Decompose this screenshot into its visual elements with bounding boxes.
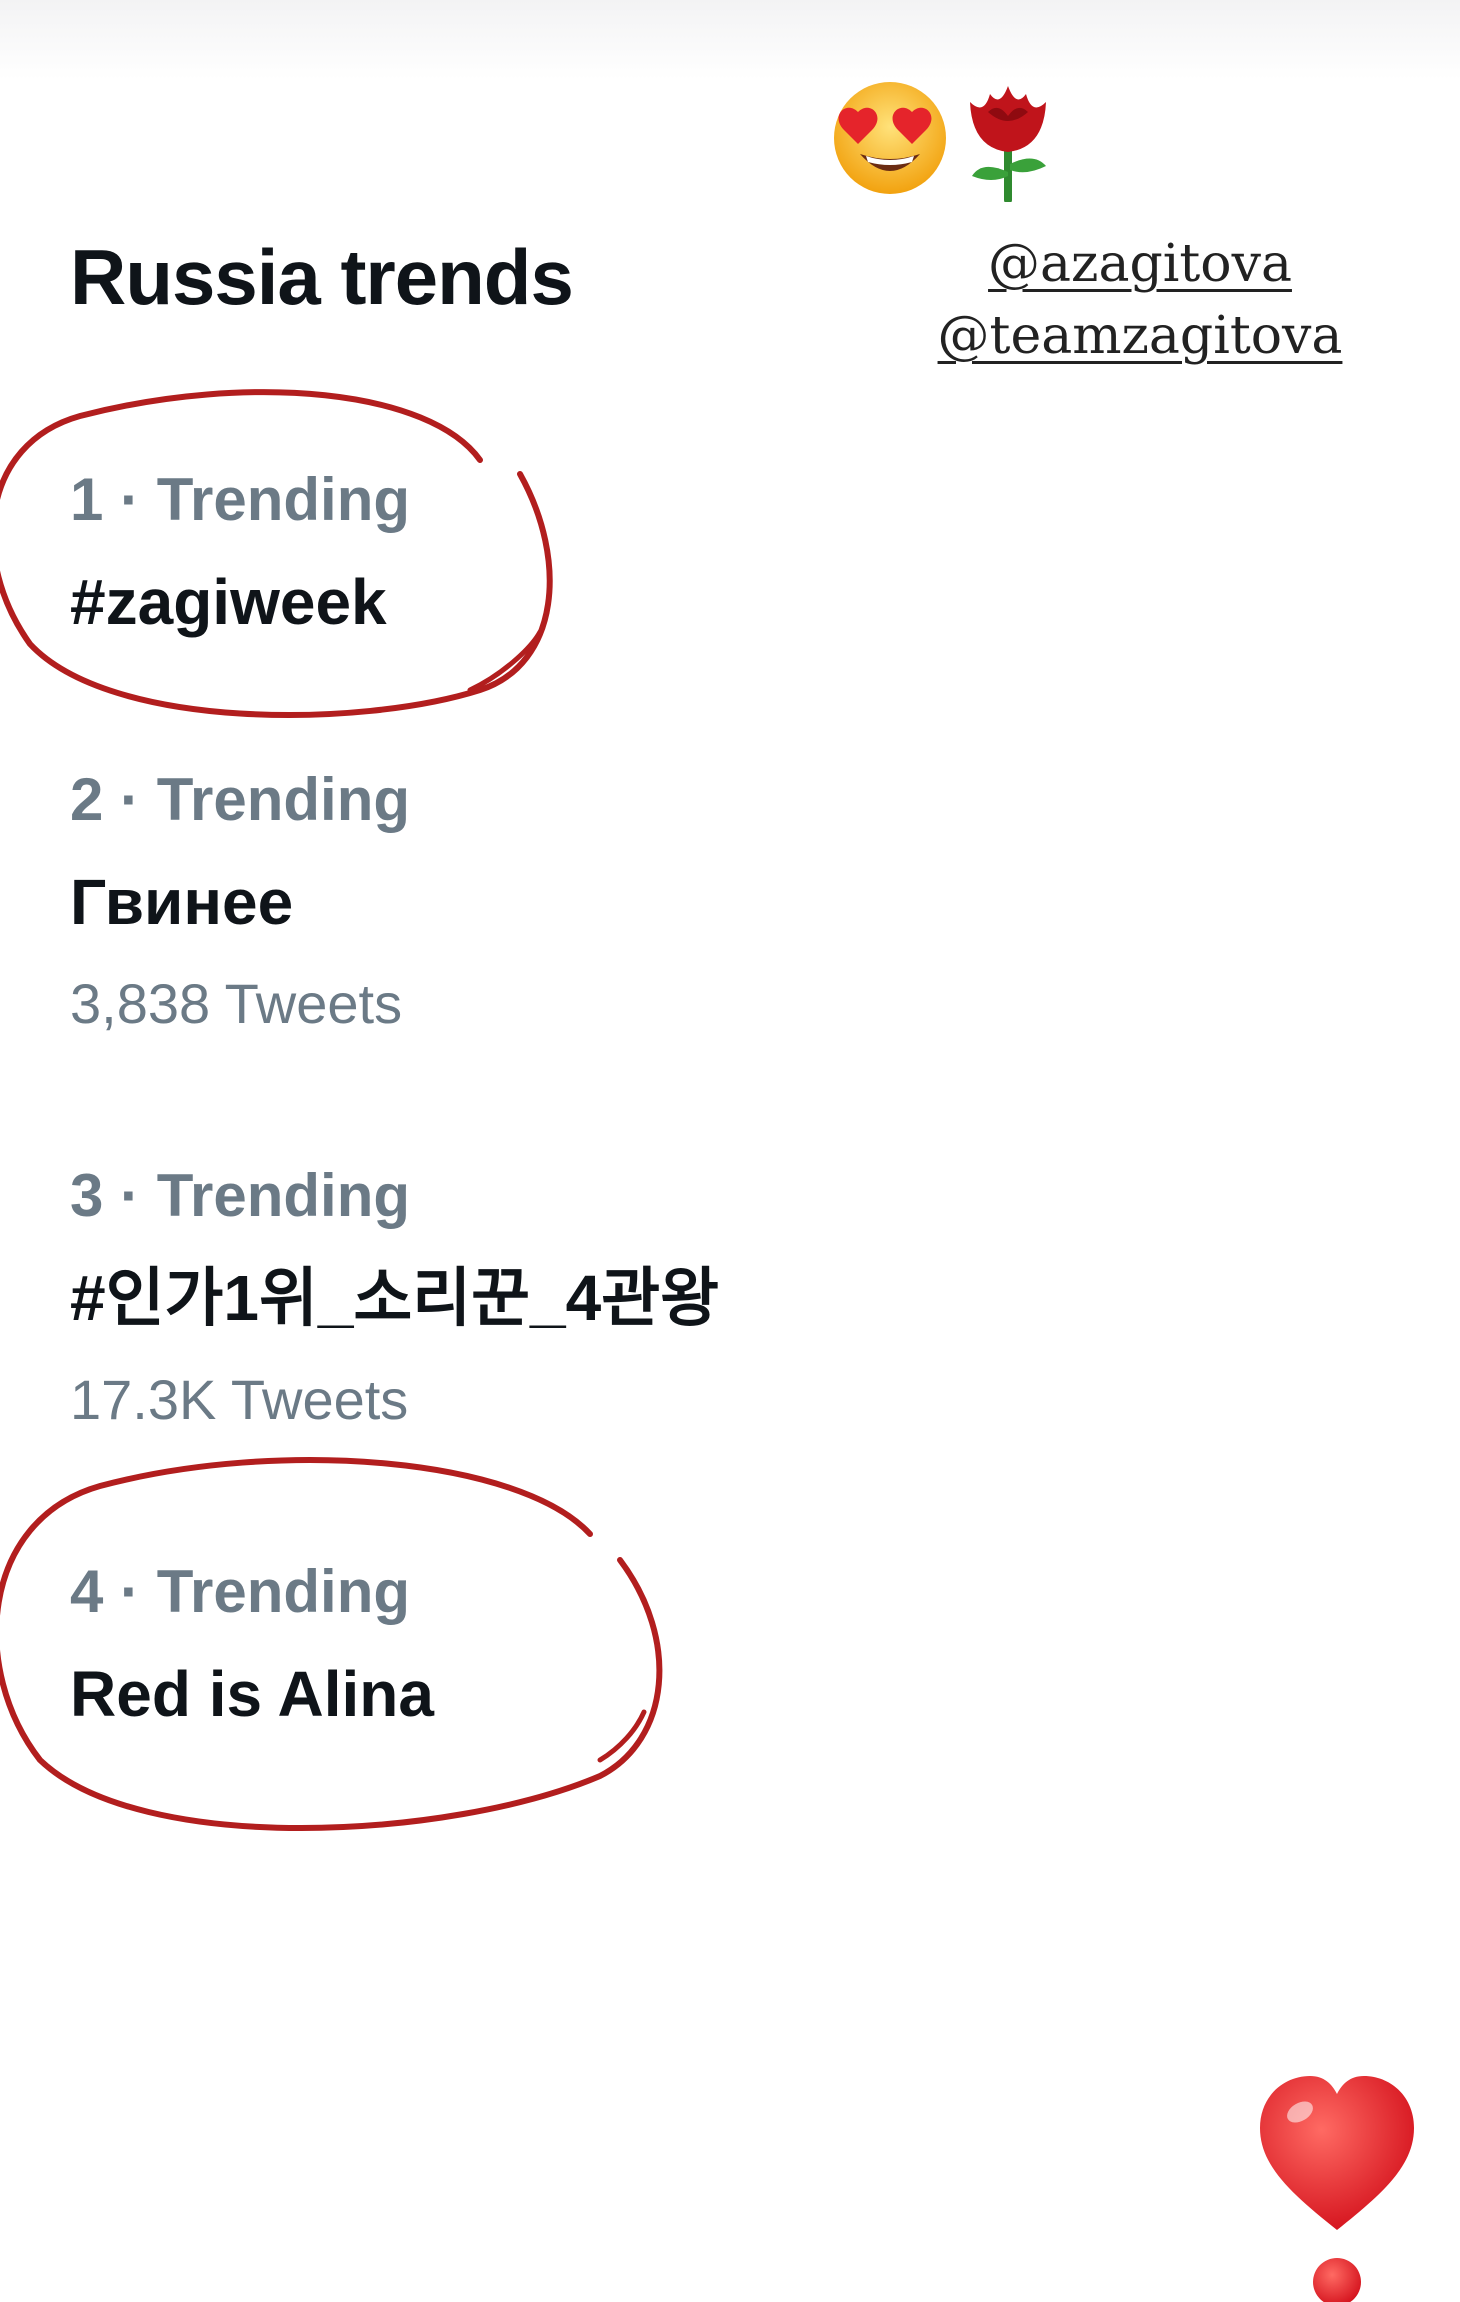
trend-rank-label: 3 · Trending xyxy=(70,1162,411,1229)
mention-teamzagitova[interactable]: @teamzagitova xyxy=(930,300,1350,372)
trend-name: #인가1위_소리꾼_4관왕 xyxy=(70,1262,720,1334)
mention-tags: @azagitova @teamzagitova xyxy=(930,228,1350,372)
trend-name: Red is Alina xyxy=(70,1658,434,1730)
trend-tweet-count: 17.3K Tweets xyxy=(70,1368,409,1431)
red-heart-exclamation-icon xyxy=(1252,2070,1422,2302)
rose-emoji-icon xyxy=(952,72,1062,204)
heart-eyes-emoji-icon xyxy=(830,78,950,198)
instagram-story-screenshot: @azagitova @teamzagitova Russia trends 1… xyxy=(0,0,1460,2302)
trend-item-4[interactable]: 4 · Trending Red is Alina xyxy=(70,1558,434,1730)
trend-tweet-count: 3,838 Tweets xyxy=(70,972,403,1035)
trend-item-1[interactable]: 1 · Trending #zagiweek xyxy=(70,466,411,638)
mention-azagitova[interactable]: @azagitova xyxy=(930,228,1350,300)
trend-name: #zagiweek xyxy=(70,566,387,638)
trend-rank-label: 2 · Trending xyxy=(70,766,411,833)
trend-name: Гвинее xyxy=(70,866,294,938)
trend-item-2[interactable]: 2 · Trending Гвинее 3,838 Tweets xyxy=(70,770,410,1032)
trends-title: Russia trends xyxy=(70,233,574,321)
circle-annotation-trend-4-tail xyxy=(597,1709,647,1763)
trend-rank-label: 4 · Trending xyxy=(70,1558,411,1625)
trend-rank-label: 1 · Trending xyxy=(70,466,411,533)
circle-annotation-trend-1-tail xyxy=(467,629,543,693)
trend-item-3[interactable]: 3 · Trending #인가1위_소리꾼_4관왕 17.3K Tweets xyxy=(70,1166,719,1428)
